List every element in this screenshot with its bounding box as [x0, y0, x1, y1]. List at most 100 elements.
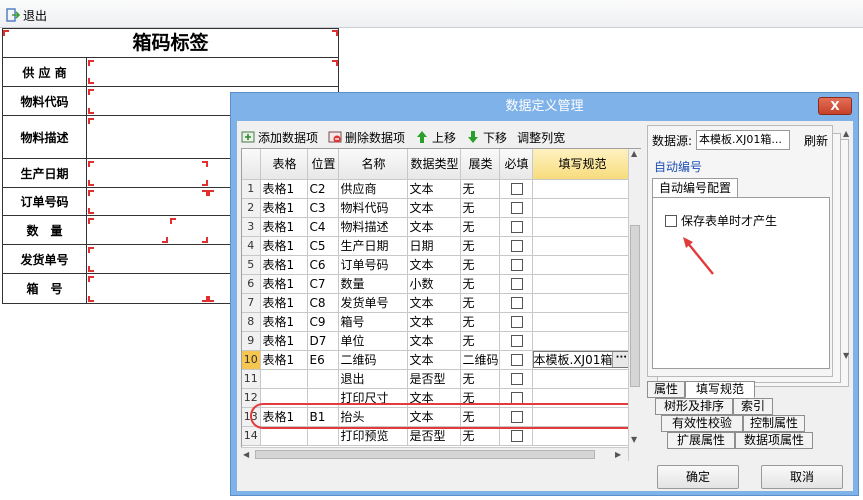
required-checkbox[interactable]: [510, 354, 523, 366]
required-checkbox[interactable]: [510, 373, 523, 385]
scroll-down-icon[interactable]: ▼: [631, 435, 637, 444]
tab-properties[interactable]: 属性: [647, 381, 685, 398]
cell-type[interactable]: 文本: [407, 198, 461, 218]
cell-required[interactable]: [499, 312, 533, 332]
move-up-button[interactable]: 上移: [415, 129, 456, 146]
cell-pos[interactable]: C2: [307, 179, 339, 199]
cell-type[interactable]: 日期: [407, 236, 461, 256]
cell-type[interactable]: 文本: [407, 255, 461, 275]
cell-required[interactable]: [499, 331, 533, 351]
cell-table[interactable]: [260, 369, 308, 389]
cell-spec[interactable]: [532, 179, 632, 199]
cell-table[interactable]: 表格1: [260, 331, 308, 351]
table-row[interactable]: 6 表格1 C7 数量 小数无: [242, 274, 632, 294]
cell-ext[interactable]: 无: [460, 217, 500, 237]
cell-table[interactable]: 表格1: [260, 350, 308, 370]
cell-name[interactable]: 订单号码: [338, 255, 408, 275]
row-number[interactable]: 3: [242, 217, 261, 237]
cell-type[interactable]: 文本: [407, 217, 461, 237]
cell-pos[interactable]: C7: [307, 274, 339, 294]
tab-validation[interactable]: 有效性校验: [661, 415, 743, 432]
required-checkbox[interactable]: [510, 278, 523, 290]
column-header[interactable]: 展类: [460, 149, 500, 180]
cell-required[interactable]: [499, 255, 533, 275]
cell-name[interactable]: 发货单号: [338, 293, 408, 313]
cell-required[interactable]: [499, 274, 533, 294]
cell-required[interactable]: [499, 369, 533, 389]
cell-table[interactable]: 表格1: [260, 179, 308, 199]
required-checkbox[interactable]: [510, 335, 523, 347]
save-only-checkbox-row[interactable]: 保存表单时才产生: [665, 212, 777, 229]
required-checkbox[interactable]: [510, 297, 523, 309]
cell-type[interactable]: 小数: [407, 274, 461, 294]
cell-pos[interactable]: C5: [307, 236, 339, 256]
cell-name[interactable]: 二维码: [338, 350, 408, 370]
cell-spec[interactable]: [532, 293, 632, 313]
tab-control-props[interactable]: 控制属性: [743, 415, 805, 432]
cell-name[interactable]: 生产日期: [338, 236, 408, 256]
column-header[interactable]: 填写规范: [532, 149, 632, 180]
cell-required[interactable]: [499, 293, 533, 313]
cell-ext[interactable]: 无: [460, 312, 500, 332]
tab-fill-rules[interactable]: 填写规范: [685, 381, 755, 398]
cell-type[interactable]: 文本: [407, 293, 461, 313]
cell-name[interactable]: 物料描述: [338, 217, 408, 237]
cell-ext[interactable]: 无: [460, 236, 500, 256]
scroll-left-icon[interactable]: ◀: [243, 450, 249, 459]
table-row[interactable]: 1 表格1 C2 供应商 文本无: [242, 179, 632, 199]
cell-type[interactable]: 是否型: [407, 369, 461, 389]
cell-pos[interactable]: C6: [307, 255, 339, 275]
cell-pos[interactable]: C4: [307, 217, 339, 237]
scroll-up-icon[interactable]: ▲: [843, 129, 849, 138]
cell-table[interactable]: 表格1: [260, 217, 308, 237]
cell-table[interactable]: 表格1: [260, 312, 308, 332]
row-number[interactable]: 8: [242, 312, 261, 332]
column-header[interactable]: 名称: [338, 149, 408, 180]
cell-ext[interactable]: 无: [460, 331, 500, 351]
table-row[interactable]: 3 表格1 C4 物料描述 文本无: [242, 217, 632, 237]
scroll-up-icon[interactable]: ▲: [631, 149, 637, 158]
table-row[interactable]: 7 表格1 C8 发货单号 文本无: [242, 293, 632, 313]
cell-spec[interactable]: [532, 217, 632, 237]
cell-spec[interactable]: [532, 255, 632, 275]
required-checkbox[interactable]: [510, 183, 523, 195]
add-item-button[interactable]: 添加数据项: [241, 129, 318, 146]
tab-item-props[interactable]: 数据项属性: [735, 432, 813, 449]
delete-item-button[interactable]: 删除数据项: [328, 129, 405, 146]
cell-spec[interactable]: [532, 198, 632, 218]
cell-spec[interactable]: [532, 274, 632, 294]
row-number[interactable]: 11: [242, 369, 261, 389]
cell-spec[interactable]: [532, 312, 632, 332]
tab-tree-sort[interactable]: 树形及排序: [655, 398, 733, 415]
grid-horizontal-scrollbar[interactable]: ◀ ▶: [241, 447, 628, 461]
tab-index[interactable]: 索引: [733, 398, 773, 415]
cell-table[interactable]: 表格1: [260, 198, 308, 218]
cell-ext[interactable]: 无: [460, 293, 500, 313]
table-row[interactable]: 8 表格1 C9 箱号 文本无: [242, 312, 632, 332]
required-checkbox[interactable]: [510, 316, 523, 328]
required-checkbox[interactable]: [510, 221, 523, 233]
cell-type[interactable]: 文本: [407, 350, 461, 370]
row-number[interactable]: 7: [242, 293, 261, 313]
table-row[interactable]: 2 表格1 C3 物料代码 文本无: [242, 198, 632, 218]
cell-table[interactable]: 表格1: [260, 255, 308, 275]
cell-pos[interactable]: C9: [307, 312, 339, 332]
properties-scrollbar[interactable]: ▲ ▼: [843, 129, 853, 439]
cell-name[interactable]: 供应商: [338, 179, 408, 199]
tab-extended-props[interactable]: 扩展属性: [667, 432, 735, 449]
spec-editor[interactable]: 本模板.XJ01箱 ···: [532, 351, 630, 368]
scroll-down-icon[interactable]: ▼: [843, 351, 849, 360]
adjust-width-button[interactable]: 调整列宽: [517, 129, 565, 146]
cell-pos[interactable]: E6: [307, 350, 339, 370]
row-number[interactable]: 2: [242, 198, 261, 218]
cell-table[interactable]: 表格1: [260, 293, 308, 313]
column-header[interactable]: 表格: [260, 149, 308, 180]
cell-spec[interactable]: [532, 236, 632, 256]
cell-ext[interactable]: 无: [460, 179, 500, 199]
cell-ext[interactable]: 无: [460, 369, 500, 389]
cell-required[interactable]: [499, 198, 533, 218]
cell-type[interactable]: 文本: [407, 312, 461, 332]
save-only-checkbox[interactable]: [665, 214, 677, 227]
cell-pos[interactable]: C8: [307, 293, 339, 313]
refresh-button[interactable]: 刷新: [804, 132, 828, 149]
